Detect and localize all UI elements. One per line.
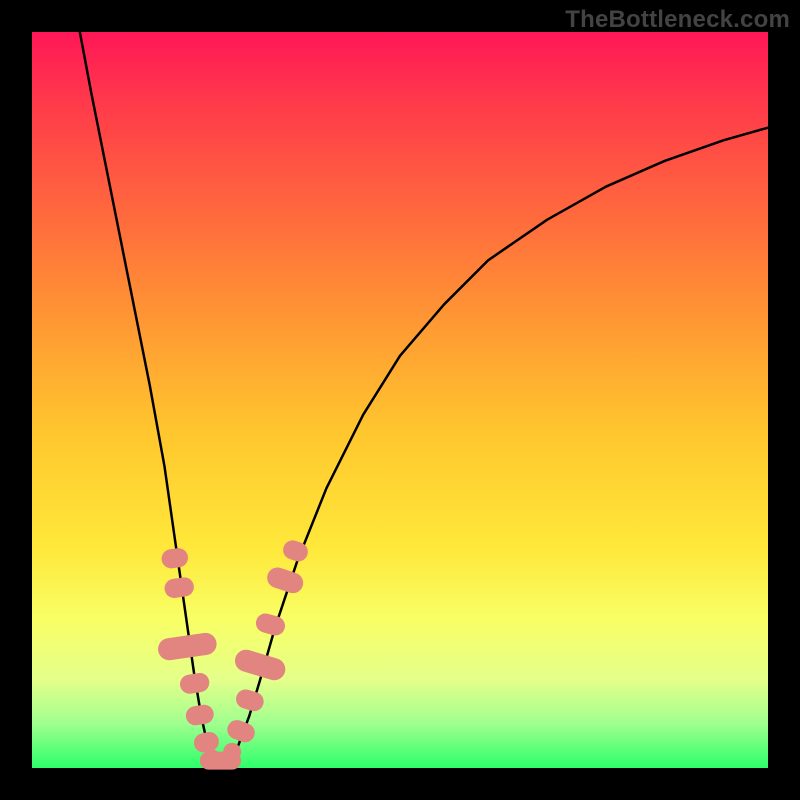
- curve-marker: [184, 703, 215, 726]
- curve-marker: [163, 576, 195, 599]
- curve-marker: [225, 717, 258, 745]
- curve-marker: [179, 671, 211, 695]
- curve-marker: [192, 730, 221, 754]
- curve-marker: [234, 687, 266, 713]
- curve-marker: [254, 611, 288, 637]
- chart-svg: [0, 0, 800, 800]
- curve-marker: [160, 547, 189, 570]
- curve-marker: [157, 631, 218, 661]
- curve-marker: [264, 565, 305, 596]
